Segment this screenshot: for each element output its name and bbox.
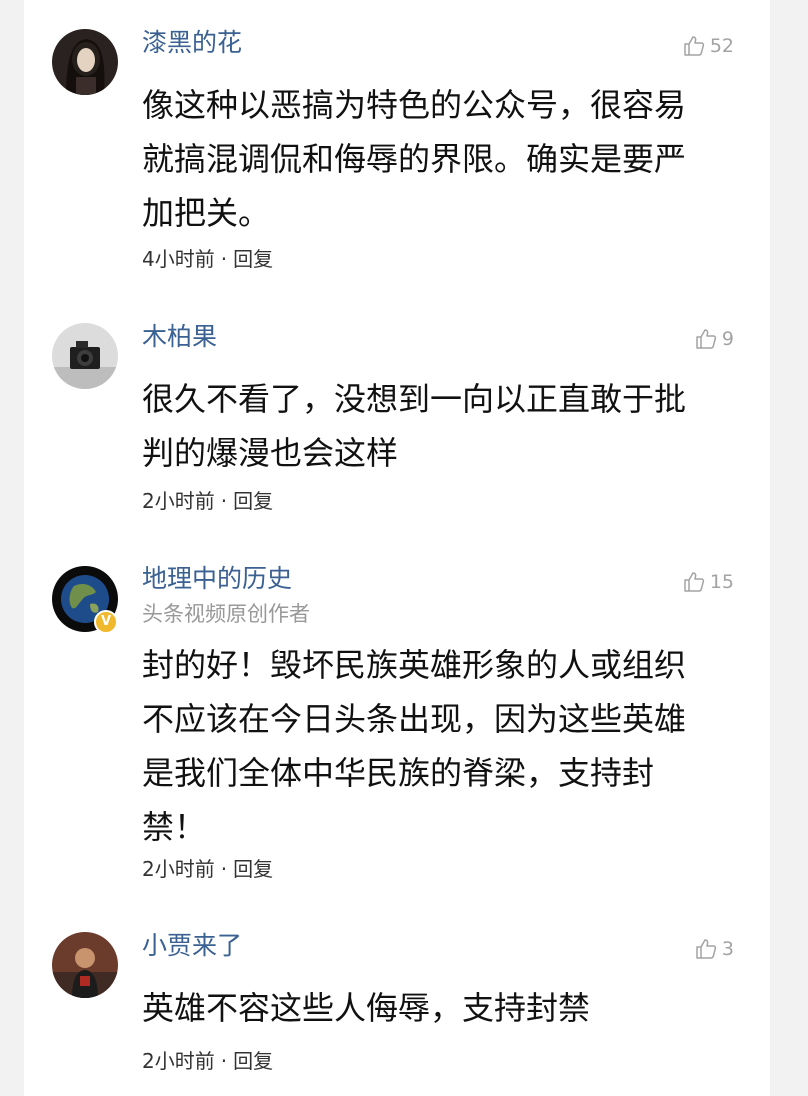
username[interactable]: 地理中的历史 <box>142 564 292 594</box>
separator: · <box>220 247 228 271</box>
reply-button[interactable]: 回复 <box>233 247 273 271</box>
thumbs-up-icon <box>696 939 717 959</box>
thumbs-up-icon <box>696 329 717 349</box>
avatar[interactable] <box>52 932 118 998</box>
avatar[interactable] <box>52 29 118 95</box>
like-button[interactable]: 3 <box>694 934 734 964</box>
comment-text: 像这种以恶搞为特色的公众号，很容易 就搞混调侃和侮辱的界限。确实是要严 加把关。 <box>142 86 687 232</box>
avatar-image <box>52 29 118 95</box>
comment-meta: 4小时前 · 回复 <box>142 246 273 272</box>
avatar-image <box>52 932 118 998</box>
timestamp: 4小时前 <box>142 247 215 271</box>
avatar[interactable] <box>52 323 118 389</box>
comment-list: 漆黑的花 52 像这种以恶搞为特色的公众号，很容易 就搞混调侃和侮辱的界限。确实… <box>24 0 770 1096</box>
comment-meta: 2小时前 · 回复 <box>142 1048 273 1074</box>
username[interactable]: 木柏果 <box>142 322 217 352</box>
comment-text: 英雄不容这些人侮辱，支持封禁 <box>142 989 591 1027</box>
like-button[interactable]: 9 <box>694 324 734 354</box>
separator: · <box>220 857 228 881</box>
separator: · <box>220 1049 228 1073</box>
thumbs-up-icon <box>684 36 704 56</box>
reply-button[interactable]: 回复 <box>233 1049 273 1073</box>
timestamp: 2小时前 <box>142 489 215 513</box>
like-count: 15 <box>709 571 734 593</box>
timestamp: 2小时前 <box>142 857 215 881</box>
like-button[interactable]: 52 <box>682 31 734 61</box>
comment-text: 封的好！毁坏民族英雄形象的人或组织 不应该在今日头条出现，因为这些英雄 是我们全… <box>142 646 687 846</box>
avatar-image <box>52 323 118 389</box>
reply-button[interactable]: 回复 <box>233 489 273 513</box>
like-count: 3 <box>721 938 734 960</box>
user-title: 头条视频原创作者 <box>142 602 310 626</box>
like-count: 52 <box>709 35 734 57</box>
like-button[interactable]: 15 <box>682 567 734 597</box>
username[interactable]: 漆黑的花 <box>142 28 242 58</box>
separator: · <box>220 489 228 513</box>
timestamp: 2小时前 <box>142 1049 215 1073</box>
like-count: 9 <box>721 328 734 350</box>
verified-badge-icon: V <box>94 610 118 634</box>
comment-meta: 2小时前 · 回复 <box>142 488 273 514</box>
reply-button[interactable]: 回复 <box>233 857 273 881</box>
thumbs-up-icon <box>684 572 704 592</box>
comment-meta: 2小时前 · 回复 <box>142 856 273 882</box>
comment-text: 很久不看了，没想到一向以正直敢于批 判的爆漫也会这样 <box>142 380 687 472</box>
username[interactable]: 小贾来了 <box>142 931 242 961</box>
